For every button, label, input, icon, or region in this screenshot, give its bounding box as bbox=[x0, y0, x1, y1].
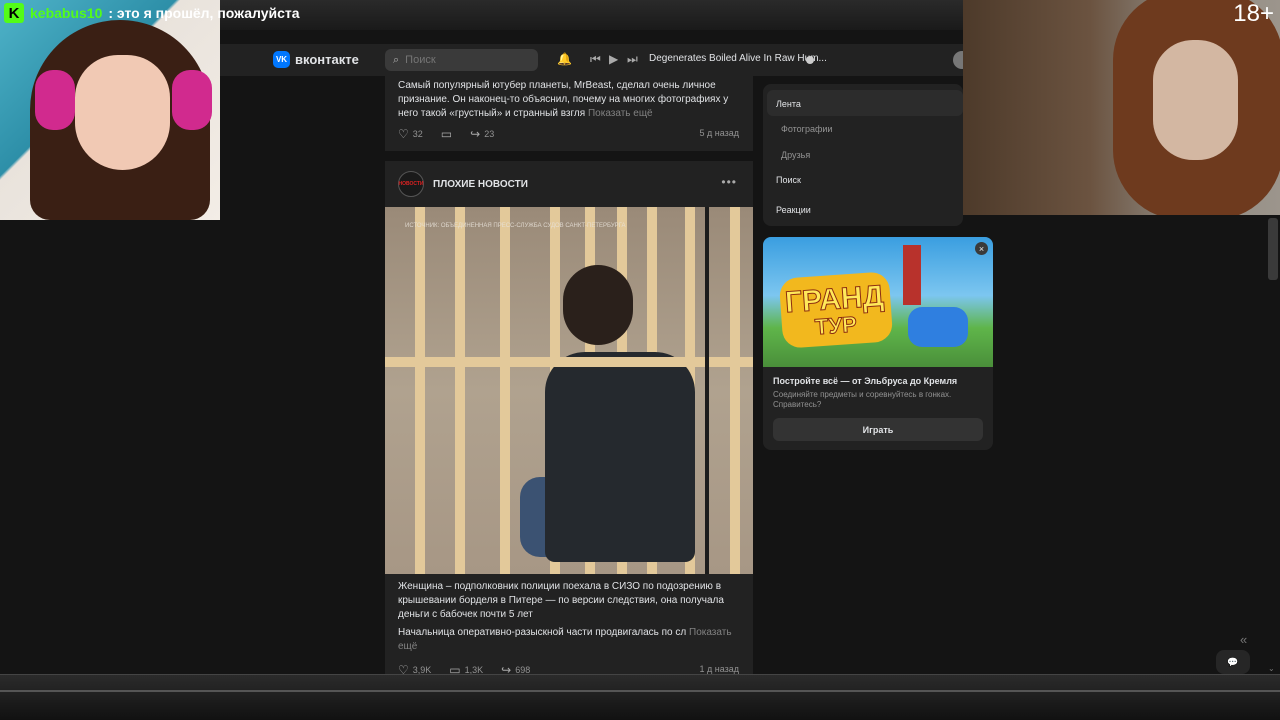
feed-post: НОВОСТИ ПЛОХИЕ НОВОСТИ ••• ИСТОЧНИК: ОБЪ… bbox=[385, 161, 753, 674]
feed-post: Самый популярный ютубер планеты, MrBeast… bbox=[385, 76, 753, 141]
stream-chat-message: K kebabus10 : это я прошёл, пожалуйста bbox=[4, 3, 300, 23]
like-button[interactable]: ♡ 32 bbox=[398, 127, 423, 141]
chat-text: : это я прошёл, пожалуйста bbox=[108, 5, 300, 21]
group-name[interactable]: ПЛОХИЕ НОВОСТИ bbox=[433, 179, 528, 190]
bell-icon[interactable]: 🔔 bbox=[557, 52, 572, 66]
post-header: НОВОСТИ ПЛОХИЕ НОВОСТИ ••• bbox=[385, 161, 753, 207]
webcam-left bbox=[0, 0, 220, 220]
now-playing-title[interactable]: Degenerates Boiled Alive In Raw Hum... bbox=[649, 53, 827, 64]
previous-track-icon[interactable]: ⏮ bbox=[590, 52, 601, 67]
kick-logo-icon: K bbox=[4, 3, 24, 23]
share-button[interactable]: ↪ 698 bbox=[501, 663, 530, 674]
menu-item-photos[interactable]: Фотографии bbox=[781, 124, 832, 134]
more-options-icon[interactable]: ••• bbox=[721, 175, 737, 189]
search-input[interactable] bbox=[405, 54, 526, 66]
heart-icon: ♡ bbox=[398, 663, 409, 674]
feed-filter-menu: Лента Фотографии Друзья Поиск Реакции bbox=[763, 84, 963, 226]
post-text: Самый популярный ютубер планеты, MrBeast… bbox=[398, 80, 729, 119]
player-progress-track[interactable] bbox=[0, 690, 1280, 692]
play-button[interactable]: Играть bbox=[773, 418, 983, 441]
share-icon: ↪ bbox=[470, 127, 481, 141]
post-photo[interactable]: ИСТОЧНИК: ОБЪЕДИНЁННАЯ ПРЕСС-СЛУЖБА СУДО… bbox=[385, 207, 753, 574]
menu-item-search[interactable]: Поиск bbox=[776, 175, 801, 185]
webcam-right bbox=[963, 0, 1280, 215]
comment-button[interactable]: ▭ bbox=[441, 127, 452, 141]
post-date[interactable]: 1 д назад bbox=[699, 664, 739, 674]
ad-image[interactable]: ГРАНД ТУР × bbox=[763, 237, 993, 367]
photo-source-caption: ИСТОЧНИК: ОБЪЕДИНЁННАЯ ПРЕСС-СЛУЖБА СУДО… bbox=[405, 223, 626, 229]
next-track-icon[interactable]: ⏭ bbox=[627, 52, 638, 67]
post-date[interactable]: 5 д назад bbox=[699, 128, 739, 138]
vk-logo[interactable]: VK вконтакте bbox=[273, 51, 359, 68]
chevron-down-icon[interactable]: ⌄ bbox=[1268, 664, 1275, 673]
like-button[interactable]: ♡ 3,9K bbox=[398, 663, 431, 674]
game-ad-card: ГРАНД ТУР × Постройте всё — от Эльбруса … bbox=[763, 237, 993, 450]
show-more-link[interactable]: Показать ещё bbox=[588, 108, 653, 119]
search-box[interactable]: ⌕ bbox=[385, 49, 538, 71]
player-bottom-bar bbox=[0, 674, 1280, 720]
ad-description: Соединяйте предметы и соревнуйтесь в гон… bbox=[773, 390, 952, 409]
news-feed: Самый популярный ютубер планеты, MrBeast… bbox=[385, 76, 753, 674]
post-actions: ♡ 3,9K ▭ 1,3K ↪ 698 1 д назад bbox=[385, 663, 753, 674]
comment-icon: ▭ bbox=[440, 127, 453, 141]
post-actions: ♡ 32 ▭ ↪ 23 5 д назад bbox=[385, 127, 753, 141]
menu-item-feed[interactable]: Лента bbox=[776, 99, 801, 109]
collapse-icon[interactable]: « bbox=[1240, 632, 1247, 647]
menu-item-reactions[interactable]: Реакции bbox=[776, 205, 811, 215]
menu-item-friends[interactable]: Друзья bbox=[781, 150, 810, 160]
play-icon[interactable]: ▶ bbox=[609, 52, 618, 66]
age-rating-badge: 18+ bbox=[1233, 0, 1274, 27]
comment-icon: ▭ bbox=[449, 663, 461, 674]
chat-username: kebabus10 bbox=[30, 5, 103, 21]
post-divider bbox=[385, 151, 753, 161]
group-avatar[interactable]: НОВОСТИ bbox=[398, 171, 424, 197]
search-icon: ⌕ bbox=[393, 53, 400, 66]
ad-logo-line2: ТУР bbox=[814, 311, 858, 340]
chat-button[interactable]: 💬 bbox=[1216, 650, 1250, 674]
now-playing-indicator bbox=[806, 56, 814, 64]
post-title: Женщина – подполковник полиции поехала в… bbox=[398, 581, 724, 620]
comment-button[interactable]: ▭ 1,3K bbox=[449, 663, 483, 674]
vk-header: VK вконтакте ⌕ 🔔 ⏮ ▶ ⏭ Degenerates Boile… bbox=[220, 44, 971, 76]
close-icon[interactable]: × bbox=[975, 242, 988, 255]
vk-logo-icon: VK bbox=[273, 51, 290, 68]
chat-icon: 💬 bbox=[1227, 656, 1239, 667]
page-scrollbar[interactable] bbox=[1268, 218, 1278, 280]
post-text: Начальница оперативно-разыскной части пр… bbox=[398, 627, 732, 652]
ad-title: Постройте всё — от Эльбруса до Кремля bbox=[773, 376, 958, 386]
vk-logo-text: вконтакте bbox=[295, 52, 359, 67]
share-icon: ↪ bbox=[501, 663, 512, 674]
share-button[interactable]: ↪ 23 bbox=[470, 127, 494, 141]
heart-icon: ♡ bbox=[398, 127, 409, 141]
